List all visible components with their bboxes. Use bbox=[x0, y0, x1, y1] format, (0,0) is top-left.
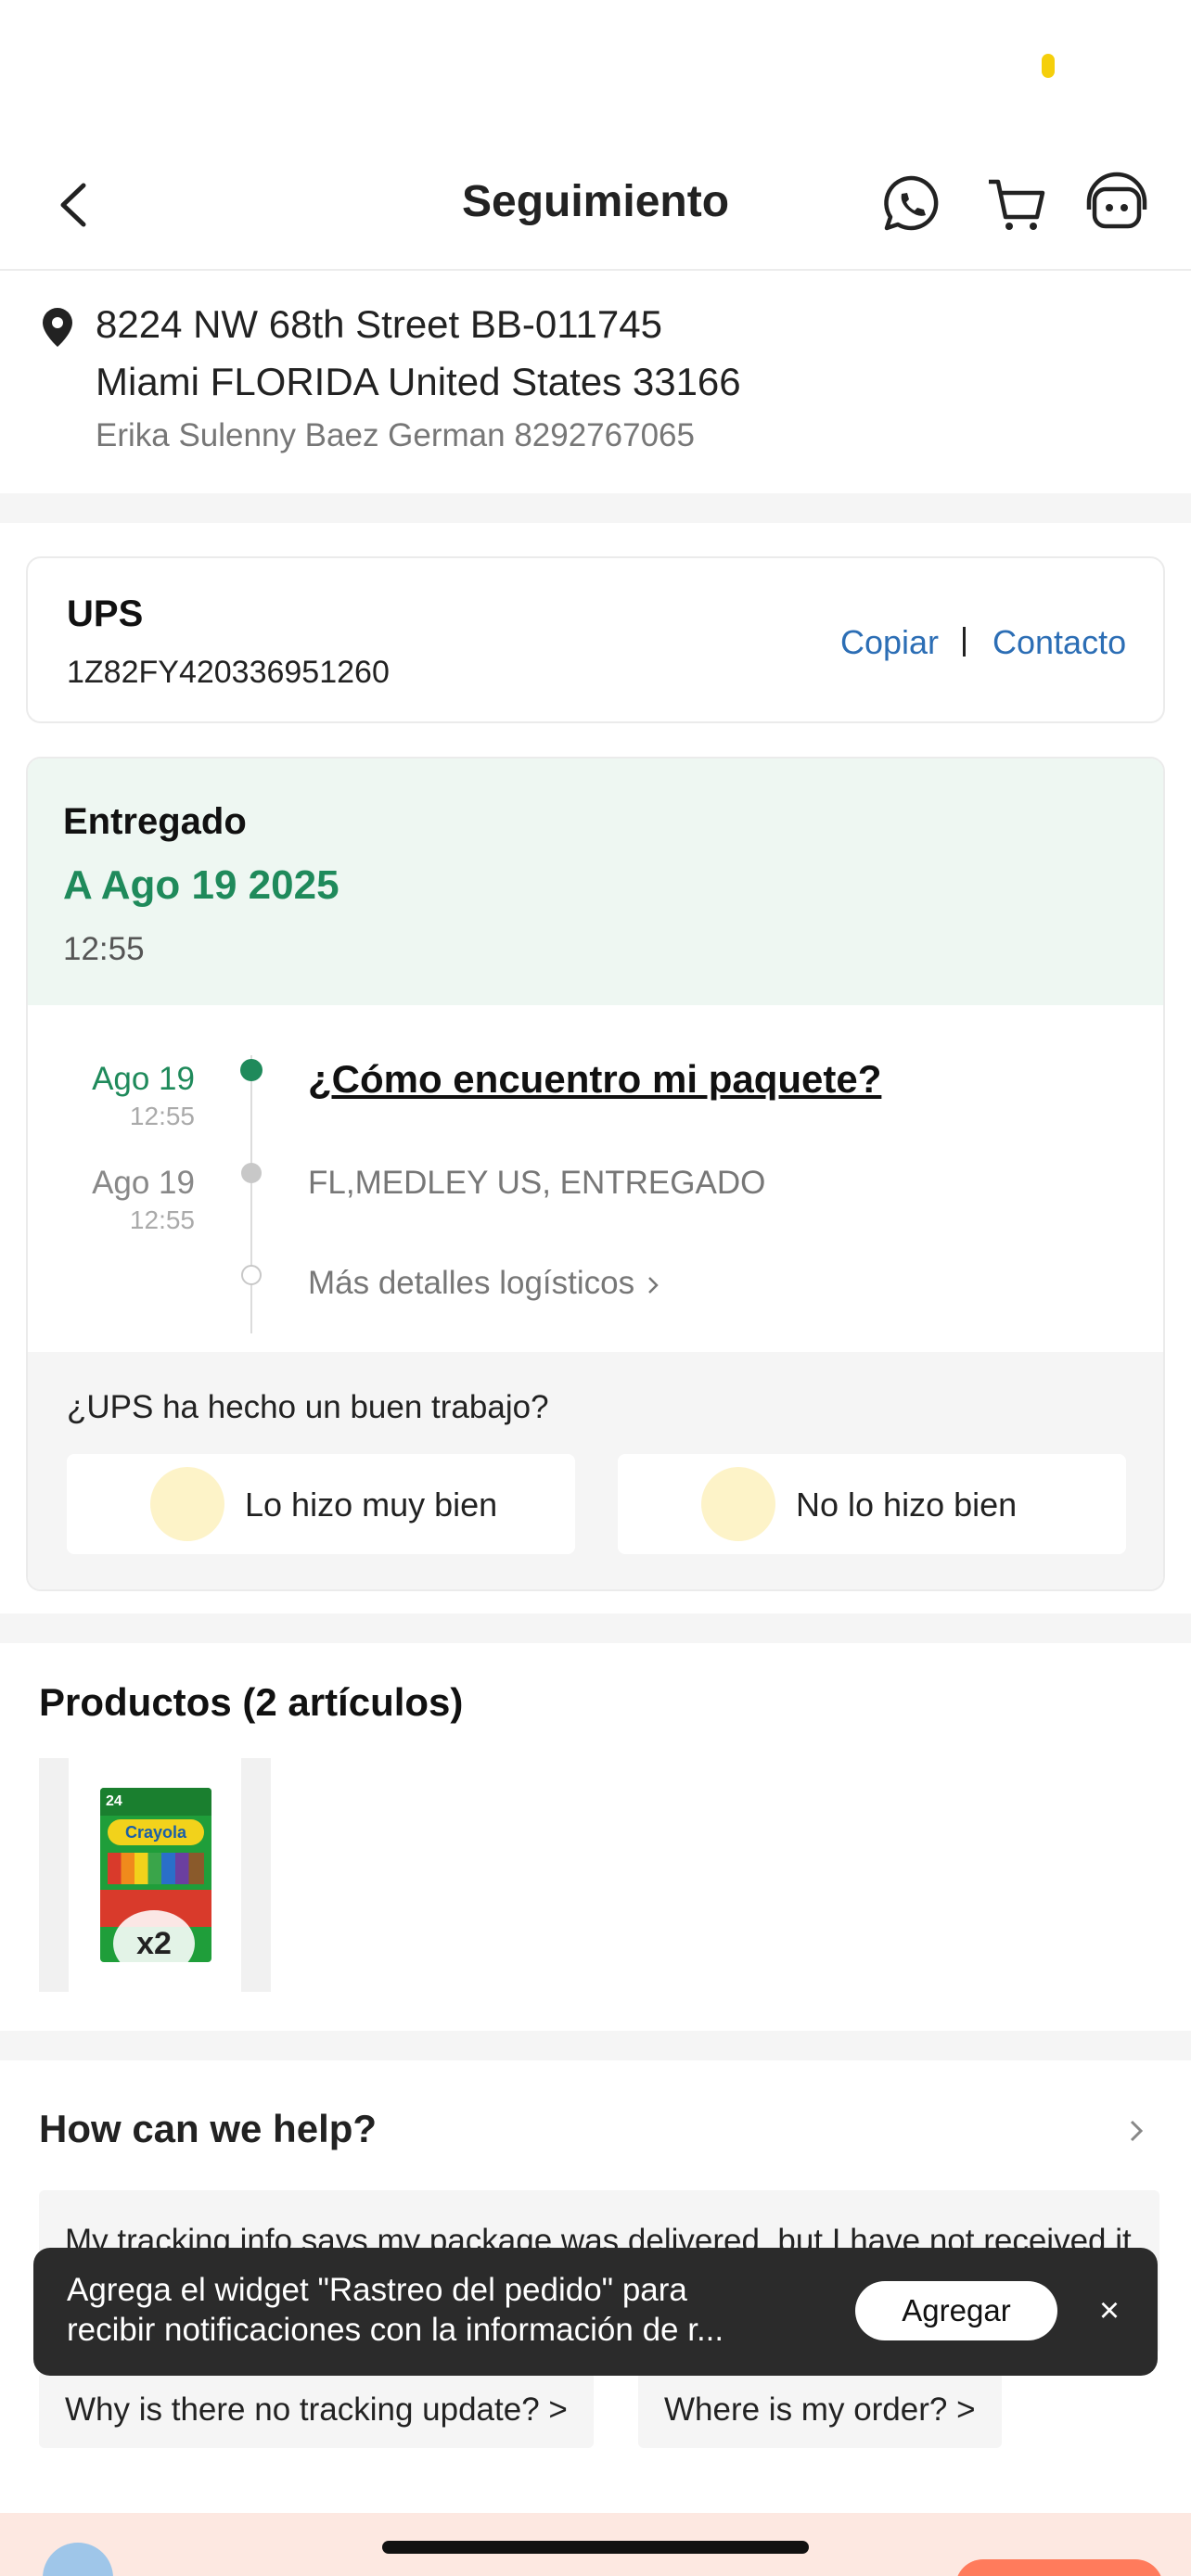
toast-message: Agrega el widget "Rastreo del pedido" pa… bbox=[67, 2270, 827, 2350]
toast-line-2: recibir notificaciones con la informació… bbox=[67, 2312, 724, 2348]
timeline-dot bbox=[241, 1163, 262, 1183]
timeline-time: 12:55 bbox=[129, 1205, 195, 1234]
section-divider bbox=[0, 493, 1191, 523]
close-icon[interactable]: × bbox=[1087, 2289, 1132, 2333]
happy-face-icon bbox=[150, 1467, 224, 1541]
copy-tracking-button[interactable]: Copiar bbox=[840, 623, 939, 662]
section-divider bbox=[0, 1613, 1191, 1643]
carrier-card: UPS 1Z82FY420336951260 Copiar Contacto bbox=[26, 556, 1165, 723]
promo-button[interactable] bbox=[955, 2559, 1163, 2576]
tile-edge bbox=[39, 1758, 69, 1992]
section-divider bbox=[0, 2031, 1191, 2060]
more-logistics-label: Más detalles logísticos bbox=[308, 1265, 635, 1301]
delivery-time: 12:55 bbox=[63, 931, 145, 967]
cart-icon[interactable] bbox=[981, 169, 1052, 239]
more-logistics-link[interactable]: Más detalles logísticos bbox=[308, 1265, 662, 1302]
customer-service-icon[interactable] bbox=[1082, 169, 1152, 239]
contact-carrier-button[interactable]: Contacto bbox=[992, 623, 1126, 662]
help-title: How can we help? bbox=[39, 2107, 378, 2150]
timeline-event-text: FL,MEDLEY US, ENTREGADO bbox=[308, 1165, 766, 1201]
products-title: Productos (2 artículos) bbox=[39, 1680, 464, 1724]
status-label: Entregado bbox=[63, 801, 247, 842]
box-brand: Crayola bbox=[108, 1819, 204, 1845]
rating-question: ¿UPS ha hecho un buen trabajo? bbox=[67, 1389, 549, 1425]
toast-line-1: Agrega el widget "Rastreo del pedido" pa… bbox=[67, 2272, 687, 2308]
box-count: 24 bbox=[100, 1788, 211, 1816]
timeline-dot-active bbox=[240, 1059, 263, 1081]
sad-face-icon bbox=[701, 1467, 775, 1541]
add-widget-button[interactable]: Agregar bbox=[855, 2281, 1057, 2340]
timeline-time: 12:55 bbox=[129, 1102, 195, 1130]
rate-good-button[interactable]: Lo hizo muy bien bbox=[67, 1454, 575, 1554]
chevron-right-icon[interactable] bbox=[1122, 2112, 1150, 2149]
shipping-address: 8224 NW 68th Street BB-011745 Miami FLOR… bbox=[0, 271, 1191, 491]
location-pin-icon bbox=[43, 308, 72, 347]
help-question-where-is-order[interactable]: Where is my order? > bbox=[638, 2372, 1002, 2448]
help-question-no-tracking-update[interactable]: Why is there no tracking update? > bbox=[39, 2372, 594, 2448]
delivery-date: A Ago 19 2025 bbox=[63, 862, 339, 908]
product-thumbnail[interactable]: 24 Crayola x2 bbox=[39, 1758, 271, 1992]
top-nav-bar: Seguimiento bbox=[0, 139, 1191, 271]
timeline-dot-empty bbox=[241, 1265, 262, 1285]
find-package-link[interactable]: ¿Cómo encuentro mi paquete? bbox=[308, 1057, 881, 1102]
home-indicator[interactable] bbox=[382, 2541, 809, 2554]
address-line-2: Miami FLORIDA United States 33166 bbox=[96, 360, 741, 403]
delivery-status-card: Entregado A Ago 19 2025 12:55 Ago 19 12:… bbox=[26, 757, 1165, 1591]
rate-bad-button[interactable]: No lo hizo bien bbox=[618, 1454, 1126, 1554]
address-line-1: 8224 NW 68th Street BB-011745 bbox=[96, 302, 662, 346]
widget-toast: Agrega el widget "Rastreo del pedido" pa… bbox=[33, 2248, 1158, 2376]
quantity-badge: x2 bbox=[113, 1910, 195, 1977]
status-header: Entregado A Ago 19 2025 12:55 bbox=[28, 759, 1163, 1005]
tile-edge bbox=[241, 1758, 271, 1992]
rate-good-label: Lo hizo muy bien bbox=[245, 1486, 498, 1524]
recipient-info: Erika Sulenny Baez German 8292767065 bbox=[96, 417, 695, 453]
recording-indicator bbox=[1042, 54, 1055, 78]
timeline-line bbox=[250, 1055, 252, 1333]
rate-bad-label: No lo hizo bien bbox=[796, 1486, 1018, 1524]
chevron-right-icon bbox=[647, 1276, 659, 1294]
carrier-rating-section: ¿UPS ha hecho un buen trabajo? Lo hizo m… bbox=[28, 1352, 1163, 1589]
whatsapp-icon[interactable] bbox=[876, 169, 946, 239]
tracking-number: 1Z82FY420336951260 bbox=[67, 655, 390, 690]
timeline-date: Ago 19 bbox=[92, 1061, 195, 1097]
carrier-name: UPS bbox=[67, 593, 144, 634]
crayon-colors bbox=[108, 1853, 204, 1884]
link-separator bbox=[963, 627, 966, 657]
timeline-date: Ago 19 bbox=[92, 1165, 195, 1201]
